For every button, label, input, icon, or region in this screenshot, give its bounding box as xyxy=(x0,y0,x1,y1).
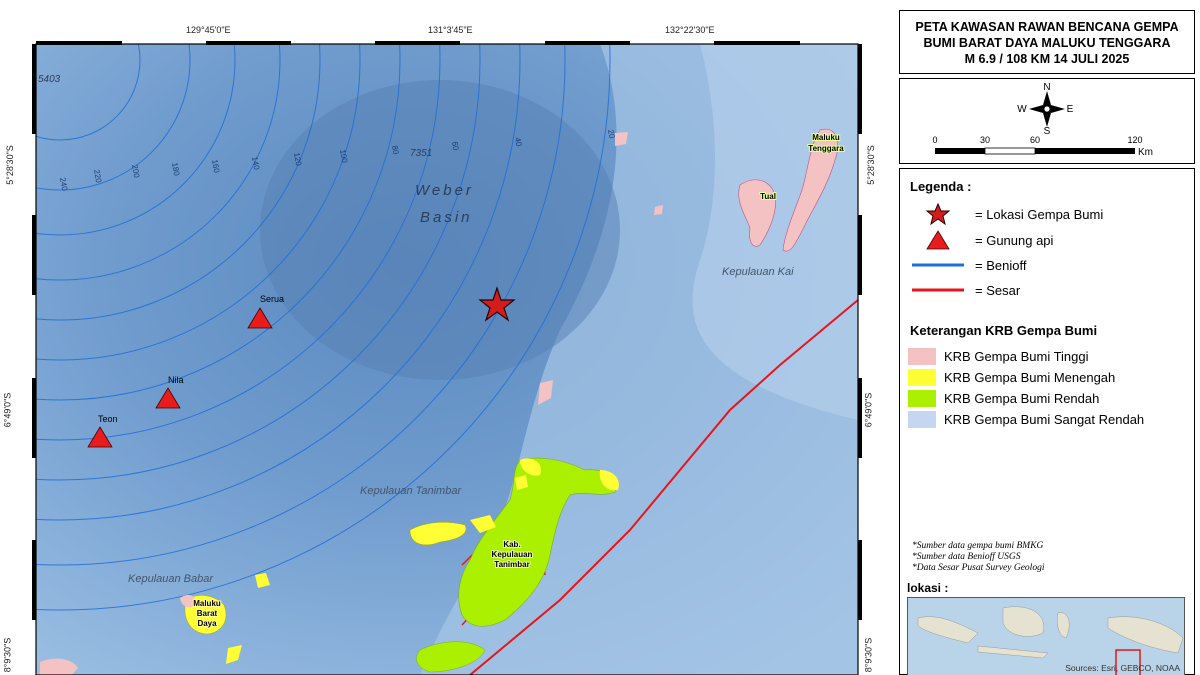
label-serua: Serua xyxy=(260,294,284,304)
krb-swatch-tinggi xyxy=(908,347,936,365)
note-bmkg: *Sumber data gempa bumi BMKG xyxy=(912,541,1044,551)
title-line-1: PETA KAWASAN RAWAN BENCANA GEMPA xyxy=(915,20,1179,34)
coord-right-2: 6°49'0"S xyxy=(863,392,874,428)
compass-scale-box: N S W E 0 30 60 120 Km xyxy=(899,78,1195,164)
inset-sources: Sources: Esri, GEBCO, NOAA xyxy=(1065,663,1180,673)
coord-right-1: 5°28'30"S xyxy=(865,145,876,185)
label-tual: Tual xyxy=(760,192,776,201)
legend-epicenter: = Lokasi Gempa Bumi xyxy=(900,203,1103,225)
label-nila: Nila xyxy=(168,375,184,385)
krb-label-sangat-rendah: KRB Gempa Bumi Sangat Rendah xyxy=(944,411,1145,427)
label-kab-1: Kab. xyxy=(503,540,520,549)
legend-volcano: = Gunung api xyxy=(900,229,1053,251)
scale-tick-30: 30 xyxy=(980,135,990,145)
note-usgs: *Sumber data Benioff USGS xyxy=(912,552,1021,562)
legend-label-sesar: = Sesar xyxy=(975,282,1021,298)
coord-top-2: 131°3'45"E xyxy=(428,25,473,35)
krb-swatch-rendah xyxy=(908,389,936,407)
krb-row-sangat-rendah: KRB Gempa Bumi Sangat Rendah xyxy=(908,409,1144,429)
note-geologi: *Data Sesar Pusat Survey Geologi xyxy=(912,563,1045,573)
krb-row-menengah: KRB Gempa Bumi Menengah xyxy=(908,367,1115,387)
krb-label-tinggi: KRB Gempa Bumi Tinggi xyxy=(944,348,1089,364)
scale-tick-120: 120 xyxy=(1127,135,1142,145)
red-line-icon xyxy=(900,279,975,301)
legend-label-epicenter: = Lokasi Gempa Bumi xyxy=(975,206,1104,222)
label-basin: Basin xyxy=(420,209,473,226)
krb-label-rendah: KRB Gempa Bumi Rendah xyxy=(944,390,1100,406)
krb-row-rendah: KRB Gempa Bumi Rendah xyxy=(908,388,1099,408)
legend-box: Legenda : = Lokasi Gempa Bumi = Gunung a… xyxy=(899,168,1195,675)
coord-left-2: 6°49'0"S xyxy=(2,392,13,428)
coord-right-3: 8°9'30"S xyxy=(863,637,874,673)
label-weber: Weber xyxy=(415,182,474,199)
blue-line-icon xyxy=(900,254,975,276)
title-line-2: BUMI BARAT DAYA MALUKU TENGGARA xyxy=(923,36,1171,50)
label-teon: Teon xyxy=(98,414,118,424)
basin-deep xyxy=(260,80,620,380)
krb-swatch-sangat-rendah xyxy=(908,410,936,428)
coord-left-1: 5°28'30"S xyxy=(4,145,15,185)
map-frame: Serua Nila Teon Weber Basin 5403 7351 Ke… xyxy=(0,0,895,675)
side-panel: PETA KAWASAN RAWAN BENCANA GEMPA BUMI BA… xyxy=(899,10,1195,675)
scale-tick-0: 0 xyxy=(932,135,937,145)
compass-s: S xyxy=(1044,126,1051,137)
title-line-3: M 6.9 / 108 KM 14 JULI 2025 xyxy=(964,52,1130,66)
compass-w: W xyxy=(1017,104,1027,115)
lokasi-label: lokasi : xyxy=(907,581,949,595)
label-maluku-tenggara-2: Tenggara xyxy=(808,144,844,153)
label-kepulauan-babar: Kepulauan Babar xyxy=(128,573,214,585)
label-mbd-1: Maluku xyxy=(193,599,221,608)
label-kab-2: Kepulauan xyxy=(492,550,533,559)
compass-n: N xyxy=(1043,82,1050,93)
scale-bar xyxy=(935,147,1135,155)
coord-left-3: 8°9'30"S xyxy=(2,637,13,673)
compass-rose-icon: N S W E 0 30 60 120 Km xyxy=(932,82,1153,158)
label-mbd-3: Daya xyxy=(197,619,217,628)
legend-label-benioff: = Benioff xyxy=(975,257,1027,273)
legend-benioff: = Benioff xyxy=(900,254,1026,276)
inset-map[interactable]: Sources: Esri, GEBCO, NOAA xyxy=(907,597,1185,675)
map-canvas[interactable]: Serua Nila Teon Weber Basin 5403 7351 Ke… xyxy=(0,0,895,675)
label-maluku-tenggara-1: Maluku xyxy=(812,133,840,142)
krb-swatch-menengah xyxy=(908,368,936,386)
legend-sesar: = Sesar xyxy=(900,279,1020,301)
krb-row-tinggi: KRB Gempa Bumi Tinggi xyxy=(908,346,1089,366)
compass-e: E xyxy=(1067,104,1074,115)
krb-label-menengah: KRB Gempa Bumi Menengah xyxy=(944,369,1116,385)
legend-label-volcano: = Gunung api xyxy=(975,232,1054,248)
krb-title: Keterangan KRB Gempa Bumi xyxy=(910,323,1098,338)
scale-tick-60: 60 xyxy=(1030,135,1040,145)
coord-top-3: 132°22'30"E xyxy=(665,25,715,35)
label-kepulauan-kai: Kepulauan Kai xyxy=(722,266,794,278)
triangle-icon xyxy=(900,229,975,251)
coord-top-1: 129°45'0"E xyxy=(186,25,231,35)
label-mbd-2: Barat xyxy=(197,609,218,618)
label-kab-3: Tanimbar xyxy=(494,560,529,569)
data-sources-notes: *Sumber data gempa bumi BMKG *Sumber dat… xyxy=(912,541,1044,574)
label-kepulauan-tanimbar: Kepulauan Tanimbar xyxy=(360,485,462,497)
depth-label-1: 5403 xyxy=(38,74,61,85)
map-title: PETA KAWASAN RAWAN BENCANA GEMPA BUMI BA… xyxy=(899,10,1195,74)
legend-title: Legenda : xyxy=(910,179,972,194)
depth-label-2: 7351 xyxy=(410,148,432,159)
scale-unit: Km xyxy=(1138,147,1153,158)
star-icon xyxy=(900,203,975,225)
